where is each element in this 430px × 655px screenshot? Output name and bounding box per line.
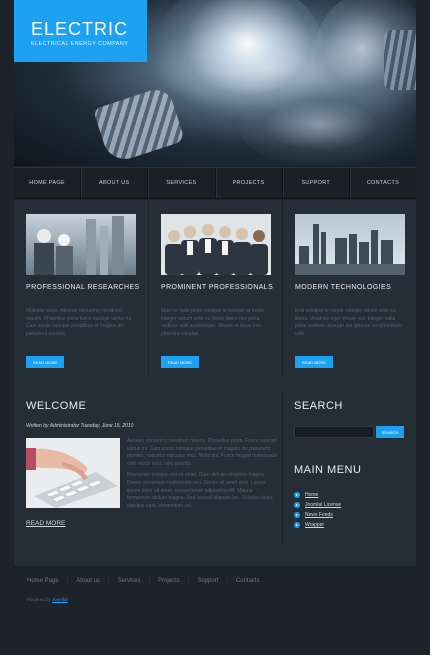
column-divider [282, 390, 283, 546]
nav-item-about[interactable]: ABOUT US [80, 168, 147, 198]
menu-item-home[interactable]: Home [294, 490, 341, 500]
feature-text: Mae ne nulla porta volutpat id suscipit … [161, 308, 266, 337]
feature-card: MODERN TECHNOLOGIES Erat volutpat ac tur… [282, 200, 416, 378]
footer-link-contacts[interactable]: Contacts [236, 578, 260, 584]
bullet-arrow-icon [294, 522, 300, 528]
site-container: ELECTRIC ELECTRICAL ENERGY COMPANY HOME … [14, 0, 416, 566]
nav-item-services[interactable]: SERVICES [147, 168, 214, 198]
menu-item-news-feeds[interactable]: News Feeds [294, 510, 341, 520]
footer-link-support[interactable]: Support [197, 578, 218, 584]
search-input[interactable] [294, 426, 374, 438]
footer-separator: | [66, 578, 69, 584]
bullet-arrow-icon [294, 492, 300, 498]
read-more-button[interactable]: READ MORE [161, 356, 199, 368]
menu-item-label: News Feeds [305, 512, 333, 518]
footer-separator: | [107, 578, 110, 584]
article-body: Aenean nonummy hendrerit mauris. Phasell… [127, 438, 277, 510]
powered-by: Powered by Joomla! [27, 597, 68, 602]
content-panel: PROFESSIONAL RESEARCHES Molestie lacus. … [14, 200, 416, 566]
sidebar: SEARCH SEARCH MAIN MENU Home Joomla! Lic… [294, 400, 404, 528]
bulb-socket-image [384, 30, 416, 90]
nav-item-home[interactable]: HOME PAGE [14, 168, 80, 198]
footer-link-home[interactable]: Home Page [27, 578, 59, 584]
search-button[interactable]: SEARCH [376, 426, 404, 438]
feature-text: Molestie lacus. Aenean nonummy hendrerit… [26, 308, 133, 337]
industrial-workers-image [26, 214, 136, 275]
read-more-button[interactable]: READ MORE [295, 356, 333, 368]
menu-item-label: Joomla! License [305, 502, 342, 508]
bullet-arrow-icon [294, 512, 300, 518]
nav-item-support[interactable]: SUPPORT [281, 168, 349, 198]
menu-item-label: Wrapper [305, 522, 325, 528]
read-more-button[interactable]: READ MORE [26, 356, 64, 368]
header-banner: ELECTRIC ELECTRICAL ENERGY COMPANY [14, 0, 416, 166]
menu-item-wrapper[interactable]: Wrapper [294, 520, 341, 530]
article-read-more-link[interactable]: READ MORE [26, 520, 65, 527]
feature-text: Erat volutpat ac turpis. Integer rutrum … [295, 308, 402, 337]
page: ELECTRIC ELECTRICAL ENERGY COMPANY HOME … [0, 0, 430, 655]
article-paragraph: Maecenas tristique est sit amet. Duis ul… [127, 472, 274, 509]
footer-navigation: Home Page | About us | Services | Projec… [27, 578, 260, 584]
main-menu-title: MAIN MENU [294, 464, 362, 476]
powered-by-label: Powered by [27, 597, 51, 602]
menu-item-label: Home [305, 492, 319, 498]
search-form: SEARCH [294, 426, 404, 438]
footer-link-services[interactable]: Services [118, 578, 141, 584]
main-menu: Home Joomla! License News Feeds Wrapper [294, 490, 341, 530]
light-bulb-image [239, 80, 416, 166]
feature-card: PROFESSIONAL RESEARCHES Molestie lacus. … [14, 200, 148, 378]
footer-separator: | [148, 578, 151, 584]
logo-subtitle: ELECTRICAL ENERGY COMPANY [31, 41, 129, 47]
nav-item-projects[interactable]: PROJECTS [214, 168, 282, 198]
bulb-socket-image [92, 85, 186, 165]
nav-item-contacts[interactable]: CONTACTS [348, 168, 416, 198]
logo[interactable]: ELECTRIC ELECTRICAL ENERGY COMPANY [14, 0, 147, 62]
business-team-image [161, 214, 271, 275]
footer-separator: | [226, 578, 228, 584]
feature-row: PROFESSIONAL RESEARCHES Molestie lacus. … [14, 200, 416, 378]
feature-title: PROMINENT PROFESSIONALS [161, 284, 274, 291]
feature-title: MODERN TECHNOLOGIES [295, 284, 392, 291]
main-navigation: HOME PAGE ABOUT US SERVICES PROJECTS SUP… [14, 167, 416, 199]
search-title: SEARCH [294, 400, 343, 412]
feature-card: PROMINENT PROFESSIONALS Mae ne nulla por… [148, 200, 282, 378]
city-skyline-image [295, 214, 405, 275]
article-meta: Written by Administrator Tuesday, June 1… [26, 423, 134, 429]
welcome-article: WELCOME Written by Administrator Tuesday… [26, 400, 281, 527]
footer-link-projects[interactable]: Projects [158, 578, 180, 584]
article-paragraph: Aenean nonummy hendrerit mauris. Phasell… [127, 438, 277, 467]
footer-link-about[interactable]: About us [76, 578, 100, 584]
menu-item-license[interactable]: Joomla! License [294, 500, 341, 510]
joomla-link[interactable]: Joomla! [52, 597, 68, 602]
feature-title: PROFESSIONAL RESEARCHES [26, 284, 140, 291]
bullet-arrow-icon [294, 502, 300, 508]
hand-keyboard-image [26, 438, 120, 508]
footer-separator: | [187, 578, 190, 584]
article-title: WELCOME [26, 400, 87, 412]
logo-title: ELECTRIC [31, 19, 129, 39]
